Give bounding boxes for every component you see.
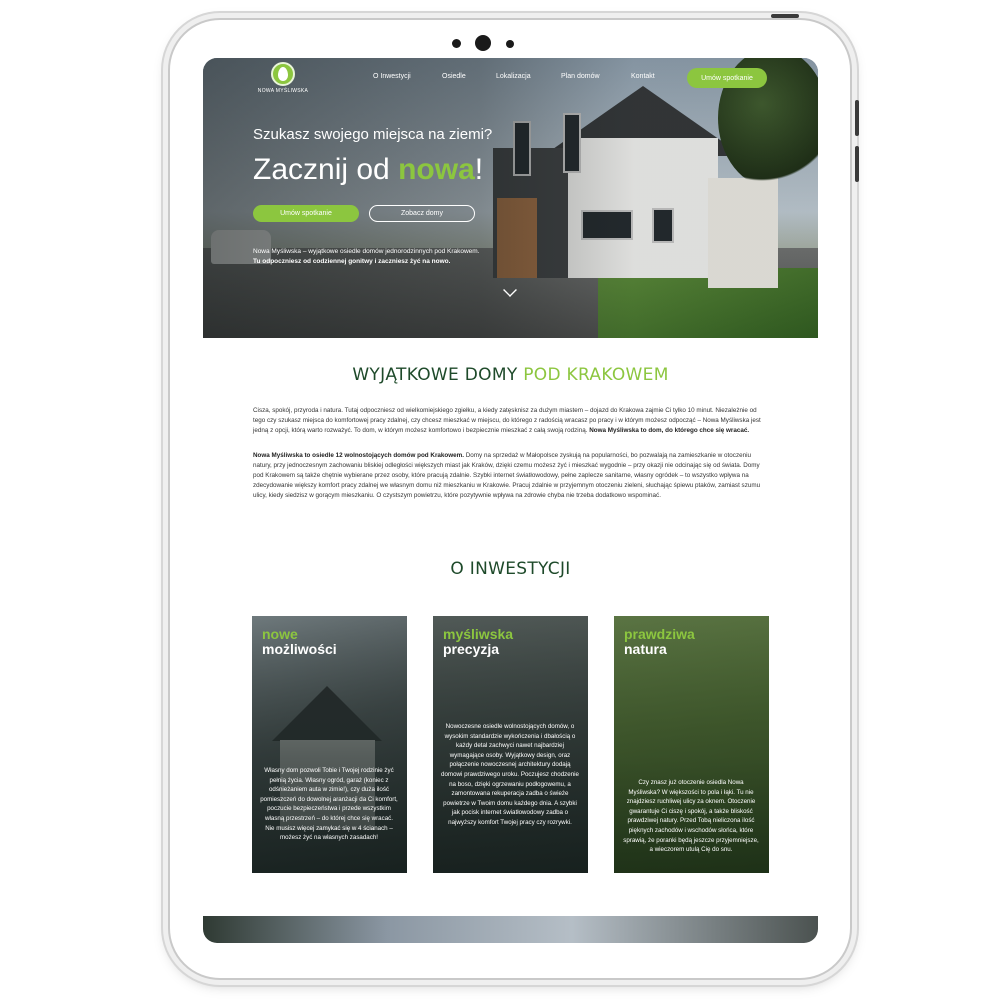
hero-see-houses-button[interactable]: Zobacz domy [369,205,475,222]
card-heading-accent: prawdziwa [624,626,695,642]
card-heading-accent: nowe [262,626,298,642]
hero-title-highlight: nowa [398,153,475,186]
nav-book-meeting-button[interactable]: Umów spotkanie [687,68,767,88]
hero-subtitle: Szukasz swojego miejsca na ziemi? [253,126,493,143]
card-description: Nowoczesne osiedle wolnostojących domów,… [441,723,579,827]
hero-description: Nowa Myśliwska – wyjątkowe osiedle domów… [253,247,533,267]
hero-title-suffix: ! [474,153,484,186]
tablet-screen: NOWA MYŚLIWSKA O Inwestycji Osiedle Loka… [203,58,818,943]
card-mysliwska-precyzja: myśliwska precyzja Nowoczesne osiedle wo… [433,616,588,873]
next-section-preview [203,916,818,943]
intro-paragraph-2-text: Domy na sprzedaż w Małopolsce zyskują na… [253,452,761,500]
intro-paragraph-2: Nowa Myśliwska to osiedle 12 wolnostojąc… [253,451,768,501]
logo-icon[interactable] [271,62,295,86]
hero-book-meeting-button[interactable]: Umów spotkanie [253,205,359,222]
nav-item-kontakt[interactable]: Kontakt [631,73,655,80]
investment-title: O INWESTYCJI [450,559,571,579]
intro-paragraph-1-bold: Nowa Myśliwska to dom, do którego chce s… [589,427,750,435]
intro-title: WYJĄTKOWE DOMY POD KRAKOWEM [203,365,818,385]
hero-section: NOWA MYŚLIWSKA O Inwestycji Osiedle Loka… [203,58,818,338]
power-button [771,14,799,18]
card-heading: możliwości [262,641,337,657]
leaf-icon [278,67,288,81]
nav-item-plan-domow[interactable]: Plan domów [561,73,600,80]
front-camera-icon [475,35,491,51]
hero-description-line2: Tu odpoczniesz od codziennej gonitwy i z… [253,257,451,265]
volume-up-button [855,100,859,136]
hero-description-line1: Nowa Myśliwska – wyjątkowe osiedle domów… [253,248,480,255]
intro-paragraph-1: Cisza, spokój, przyroda i natura. Tutaj … [253,406,768,436]
card-nowe-mozliwosci: nowe możliwości Własny dom pozwoli Tobie… [252,616,407,873]
nav-item-osiedle[interactable]: Osiedle [442,73,466,80]
hero-title: Zacznij od nowa! [253,153,483,187]
intro-paragraph-2-bold: Nowa Myśliwska to osiedle 12 wolnostojąc… [253,452,464,459]
card-description: Czy znasz już otoczenie osiedla Nowa Myś… [623,779,759,854]
intro-title-highlight: POD KRAKOWEM [523,365,669,385]
card-heading-accent: myśliwska [443,626,514,642]
logo-text[interactable]: NOWA MYŚLIWSKA [253,88,313,94]
card-heading: precyzja [443,641,500,657]
intro-title-part1: WYJĄTKOWE DOMY [352,365,524,385]
top-navigation: NOWA MYŚLIWSKA O Inwestycji Osiedle Loka… [203,58,818,98]
card-description: Własny dom pozwoli Tobie i Twojej rodzin… [260,767,398,842]
hero-title-prefix: Zacznij od [253,153,399,186]
card-heading: natura [624,641,667,657]
nav-item-o-inwestycji[interactable]: O Inwestycji [373,73,411,80]
light-sensor-icon [506,40,514,48]
nav-item-lokalizacja[interactable]: Lokalizacja [496,73,531,80]
sensor-icon [452,39,461,48]
volume-down-button [855,146,859,182]
card-prawdziwa-natura: prawdziwa natura Czy znasz już otoczenie… [614,616,769,873]
